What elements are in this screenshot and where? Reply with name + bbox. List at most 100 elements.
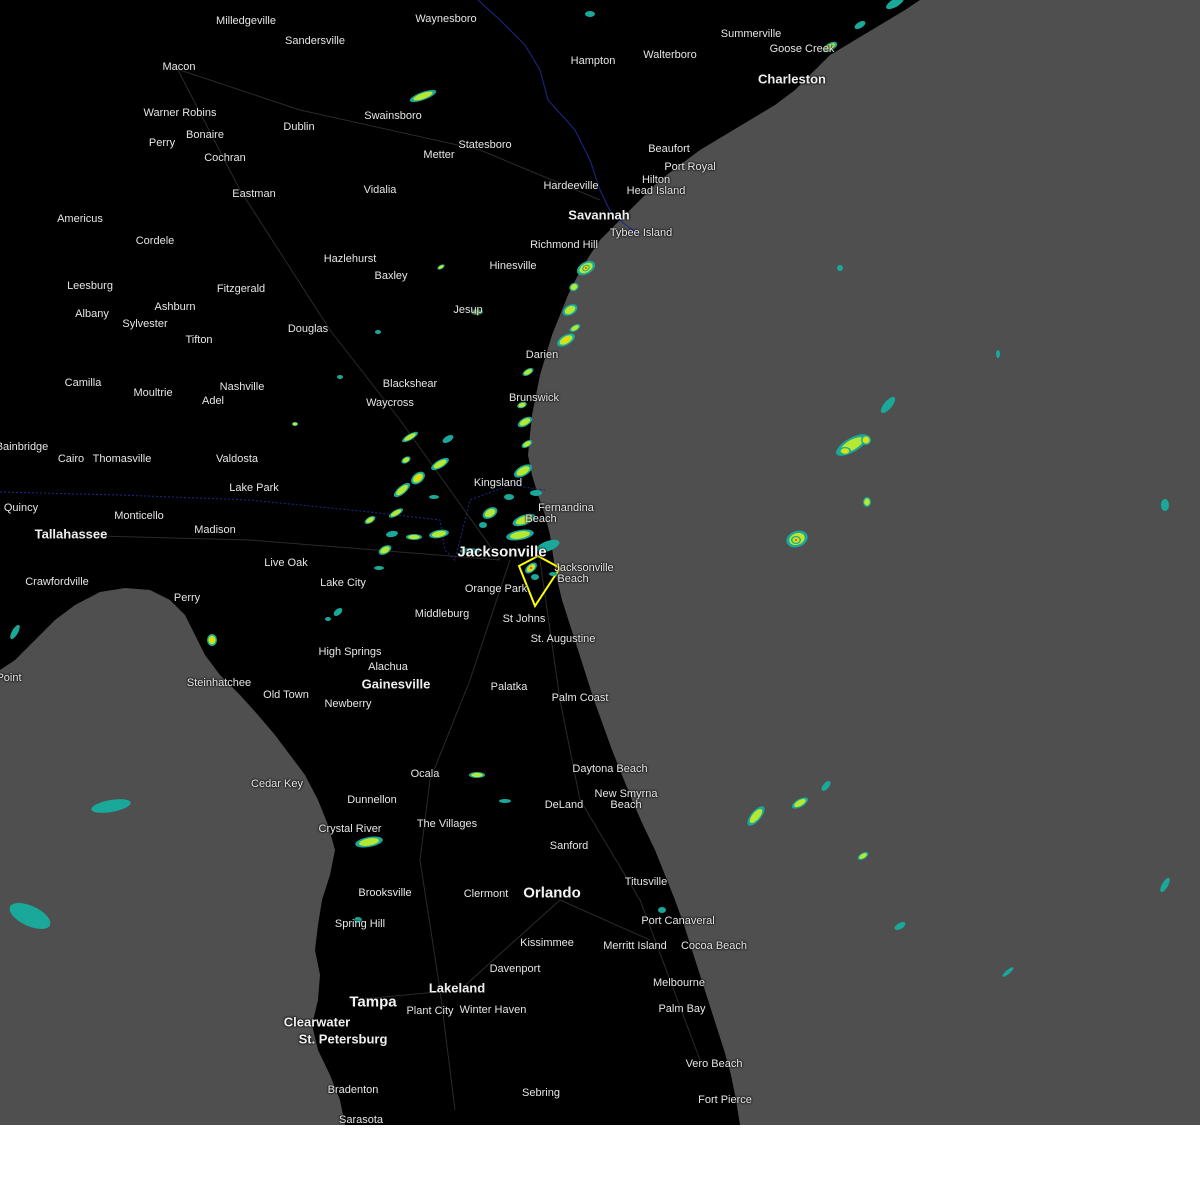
city-dunnellon: Dunnellon — [347, 794, 397, 806]
city-darien: Darien — [525, 349, 559, 361]
radar-echo — [375, 330, 381, 334]
radar-echo — [209, 637, 215, 643]
city-sebring: Sebring — [522, 1087, 560, 1099]
city-walterboro: Walterboro — [643, 49, 697, 61]
city-spring-hill: Spring Hill — [334, 918, 386, 930]
city-cedar-key: Cedar Key — [251, 778, 303, 790]
city-head-island: Head Island — [626, 185, 686, 197]
radar-echo — [864, 498, 870, 506]
city-port-canaveral: Port Canaveral — [641, 915, 715, 927]
city-sarasota: Sarasota — [338, 1114, 384, 1125]
radar-echo — [821, 781, 831, 791]
city-palm-bay: Palm Bay — [658, 1003, 706, 1015]
city-hardeeville: Hardeeville — [543, 180, 599, 192]
city-davenport: Davenport — [489, 963, 541, 975]
city-statesboro: Statesboro — [458, 139, 512, 151]
city-sandersville: Sandersville — [285, 35, 345, 47]
city-swainsboro: Swainsboro — [364, 110, 422, 122]
city-st-augustine: St. Augustine — [530, 633, 596, 645]
city-titusville: Titusville — [624, 876, 668, 888]
city-live-oak: Live Oak — [264, 557, 308, 569]
city-gainesville: Gainesville — [361, 676, 431, 692]
city-ocala: Ocala — [410, 768, 440, 780]
city-crystal-river: Crystal River — [318, 823, 382, 835]
city-perry-ga: Perry — [148, 137, 176, 149]
city-clearwater: Clearwater — [283, 1014, 351, 1030]
city-milledgeville: Milledgeville — [216, 15, 276, 27]
radar-echo — [479, 522, 487, 528]
city-deland: DeLand — [544, 799, 584, 811]
city-hazlehurst: Hazlehurst — [323, 253, 377, 265]
city-eastman: Eastman — [232, 188, 276, 200]
city-vidalia: Vidalia — [363, 184, 397, 196]
city-richmond-hill: Richmond Hill — [530, 239, 598, 251]
radar-echo — [795, 539, 797, 541]
city-goose-creek: Goose Creek — [769, 43, 835, 55]
city-st-petersburg: St. Petersburg — [298, 1031, 388, 1047]
city-middleburg: Middleburg — [414, 608, 470, 620]
city-palatka: Palatka — [490, 681, 528, 693]
city-sanford: Sanford — [549, 840, 589, 852]
city-metter: Metter — [423, 149, 455, 161]
city-nashville: Nashville — [219, 381, 265, 393]
city-daytona-beach: Daytona Beach — [572, 763, 648, 775]
radar-map[interactable]: Milledgeville Waynesboro Summerville Goo… — [0, 0, 1200, 1125]
city-waycross: Waycross — [366, 397, 414, 409]
city-quincy: Quincy — [3, 502, 39, 514]
radar-echo — [471, 772, 483, 778]
city-hampton: Hampton — [570, 55, 616, 67]
city-melbourne: Melbourne — [653, 977, 705, 989]
radar-echo — [374, 566, 384, 570]
radar-echo — [530, 490, 542, 496]
radar-echo — [429, 495, 439, 499]
city-americus: Americus — [57, 213, 103, 225]
city-point: Point — [0, 672, 22, 684]
city-perry-fl: Perry — [173, 592, 201, 604]
city-jacksonville: Jacksonville — [457, 543, 547, 561]
radar-echo — [337, 375, 343, 379]
radar-echo — [9, 903, 51, 929]
city-baxley: Baxley — [374, 270, 408, 282]
city-winter-haven: Winter Haven — [459, 1004, 527, 1016]
city-leesburg: Leesburg — [67, 280, 113, 292]
radar-echo — [658, 907, 666, 913]
radar-echo — [1002, 967, 1014, 977]
radar-echo — [894, 922, 906, 930]
city-valdosta: Valdosta — [216, 453, 258, 465]
city-tybee-island: Tybee Island — [609, 227, 673, 239]
radar-echo — [408, 534, 420, 540]
city-jacksonville-beach-2: Beach — [557, 573, 589, 585]
city-palm-coast: Palm Coast — [551, 692, 609, 704]
city-douglas: Douglas — [287, 323, 329, 335]
city-crawfordville: Crawfordville — [25, 576, 89, 588]
city-warner-robins: Warner Robins — [143, 107, 217, 119]
radar-echo — [504, 494, 514, 500]
city-cairo: Cairo — [57, 453, 85, 465]
city-merritt-island: Merritt Island — [603, 940, 667, 952]
city-plant-city: Plant City — [406, 1005, 454, 1017]
radar-echo — [585, 11, 595, 17]
city-lakeland: Lakeland — [428, 980, 486, 996]
city-hinesville: Hinesville — [489, 260, 537, 272]
city-fort-pierce: Fort Pierce — [698, 1094, 752, 1106]
city-lake-city: Lake City — [320, 577, 366, 589]
radar-echo — [1161, 499, 1169, 511]
city-steinhatchee: Steinhatchee — [186, 677, 252, 689]
city-charleston: Charleston — [758, 71, 826, 87]
city-savannah: Savannah — [568, 207, 630, 223]
radar-echo — [842, 449, 848, 453]
radar-echo — [863, 437, 869, 443]
radar-echo — [880, 396, 896, 414]
radar-echo — [325, 617, 331, 621]
city-st-johns: St Johns — [502, 613, 546, 625]
city-monticello: Monticello — [114, 510, 164, 522]
city-brooksville: Brooksville — [358, 887, 412, 899]
city-albany: Albany — [75, 308, 109, 320]
city-kissimmee: Kissimmee — [520, 937, 574, 949]
city-sylvester: Sylvester — [122, 318, 168, 330]
city-orlando: Orlando — [523, 884, 581, 902]
city-the-villages: The Villages — [416, 818, 478, 830]
city-high-springs: High Springs — [318, 646, 382, 658]
city-fitzgerald: Fitzgerald — [216, 283, 266, 295]
city-macon: Macon — [162, 61, 196, 73]
